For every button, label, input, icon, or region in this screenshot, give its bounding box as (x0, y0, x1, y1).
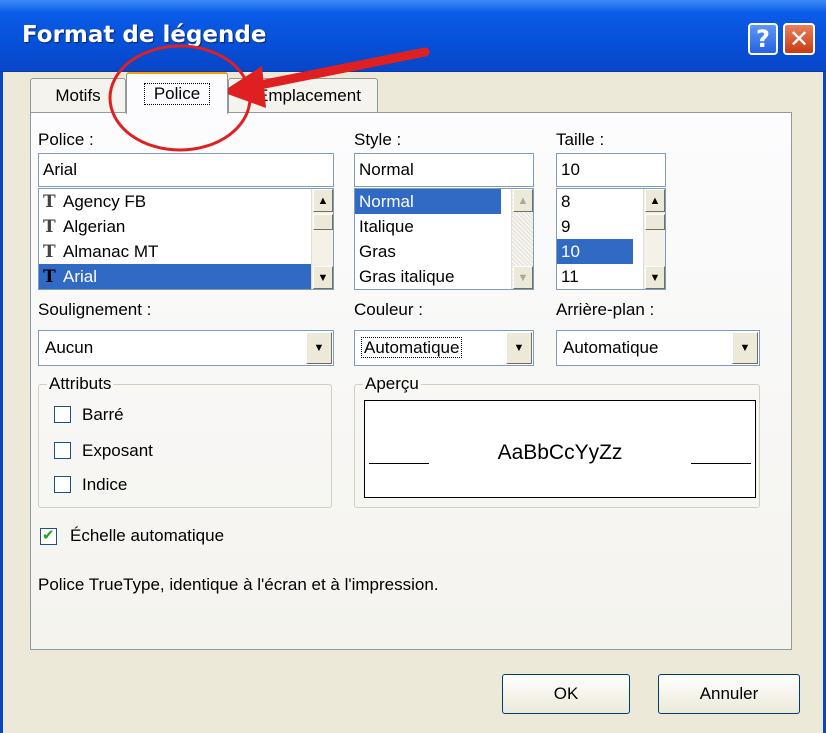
tab-emplacement-label: Emplacement (257, 85, 361, 105)
preview-box: AaBbCcYyZz (364, 400, 756, 498)
ok-button[interactable]: OK (502, 674, 630, 714)
subscript-label: Indice (82, 475, 128, 494)
font-info-text: Police TrueType, identique à l'écran et … (38, 575, 439, 594)
superscript-checkbox[interactable] (54, 442, 71, 459)
size-list-scrollbar[interactable]: ▲ ▼ (643, 189, 665, 289)
truetype-icon: T (43, 217, 56, 237)
scroll-down-icon[interactable]: ▼ (513, 266, 533, 289)
tab-motifs-label: Motifs (55, 85, 101, 105)
chevron-down-icon[interactable]: ▼ (506, 332, 532, 364)
preview-baseline-right (691, 463, 751, 464)
tab-police-label: Police (143, 83, 211, 105)
scroll-up-icon[interactable]: ▲ (645, 189, 665, 212)
font-name-input[interactable]: Arial (38, 153, 334, 187)
autoscale-label: Échelle automatique (70, 526, 225, 545)
underline-value: Aucun (45, 338, 94, 357)
scroll-thumb[interactable] (645, 214, 665, 230)
window-border-left (0, 72, 3, 733)
chevron-down-icon[interactable]: ▼ (306, 332, 332, 364)
tab-police[interactable]: Police (126, 72, 228, 114)
format-legend-dialog: Format de légende ? ✕ Motifs Emplacement… (0, 0, 826, 733)
truetype-icon: T (43, 267, 56, 287)
scroll-up-icon[interactable]: ▲ (513, 189, 533, 212)
list-item[interactable]: Gras italique (355, 264, 533, 289)
strikethrough-checkbox[interactable] (54, 406, 71, 423)
list-item[interactable]: T Agency FB (39, 189, 333, 214)
title-bar[interactable]: Format de légende ? ✕ (0, 0, 826, 72)
truetype-icon: T (43, 192, 56, 212)
list-item-selected[interactable]: T Arial (39, 264, 333, 289)
superscript-label: Exposant (82, 441, 153, 460)
attributes-title: Attributs (47, 374, 114, 394)
color-label: Couleur : (354, 300, 423, 319)
font-list[interactable]: T Agency FB T Algerian T Almanac MT T Arial … (38, 188, 334, 290)
list-item[interactable]: T Almanac MT (39, 239, 333, 264)
background-label: Arrière-plan : (556, 300, 655, 319)
autoscale-checkbox[interactable] (40, 526, 57, 545)
color-dropdown[interactable]: Automatique ▼ (354, 330, 534, 366)
tab-motifs[interactable]: Motifs (30, 78, 126, 112)
font-label: Police : (38, 130, 94, 149)
underline-label: Soulignement : (38, 300, 152, 319)
cancel-button[interactable]: Annuler (658, 674, 800, 714)
preview-text: AaBbCcYyZz (497, 441, 623, 464)
subscript-checkbox[interactable] (54, 476, 71, 493)
window-title: Format de légende (22, 22, 267, 48)
color-value: Automatique (361, 337, 463, 358)
list-item[interactable]: Italique (355, 214, 533, 239)
list-item[interactable]: T Algerian (39, 214, 333, 239)
size-input[interactable]: 10 (556, 153, 666, 187)
style-input[interactable]: Normal (354, 153, 534, 187)
list-item-selected[interactable]: Normal (355, 189, 501, 214)
scroll-down-icon[interactable]: ▼ (313, 266, 333, 289)
background-dropdown[interactable]: Automatique ▼ (556, 330, 760, 366)
list-item-selected[interactable]: 10 (557, 239, 633, 264)
scroll-thumb[interactable] (313, 214, 333, 230)
size-label: Taille : (556, 130, 605, 149)
chevron-down-icon[interactable]: ▼ (732, 332, 758, 364)
tab-emplacement[interactable]: Emplacement (228, 78, 378, 112)
truetype-icon: T (43, 242, 56, 262)
preview-title: Aperçu (363, 374, 421, 394)
background-value: Automatique (563, 338, 659, 357)
style-label: Style : (354, 130, 402, 149)
font-list-scrollbar[interactable]: ▲ ▼ (311, 189, 333, 289)
scroll-up-icon[interactable]: ▲ (313, 189, 333, 212)
style-list[interactable]: Normal Italique Gras Gras italique ▲ ▼ (354, 188, 534, 290)
style-list-scrollbar[interactable]: ▲ ▼ (511, 189, 533, 289)
size-list[interactable]: 8 9 10 11 ▲ ▼ (556, 188, 666, 290)
help-button[interactable]: ? (748, 23, 778, 55)
strikethrough-label: Barré (82, 405, 124, 424)
close-icon: ✕ (788, 25, 810, 53)
scroll-down-icon[interactable]: ▼ (645, 266, 665, 289)
close-button[interactable]: ✕ (783, 23, 815, 55)
list-item[interactable]: Gras (355, 239, 533, 264)
underline-dropdown[interactable]: Aucun ▼ (38, 330, 334, 366)
